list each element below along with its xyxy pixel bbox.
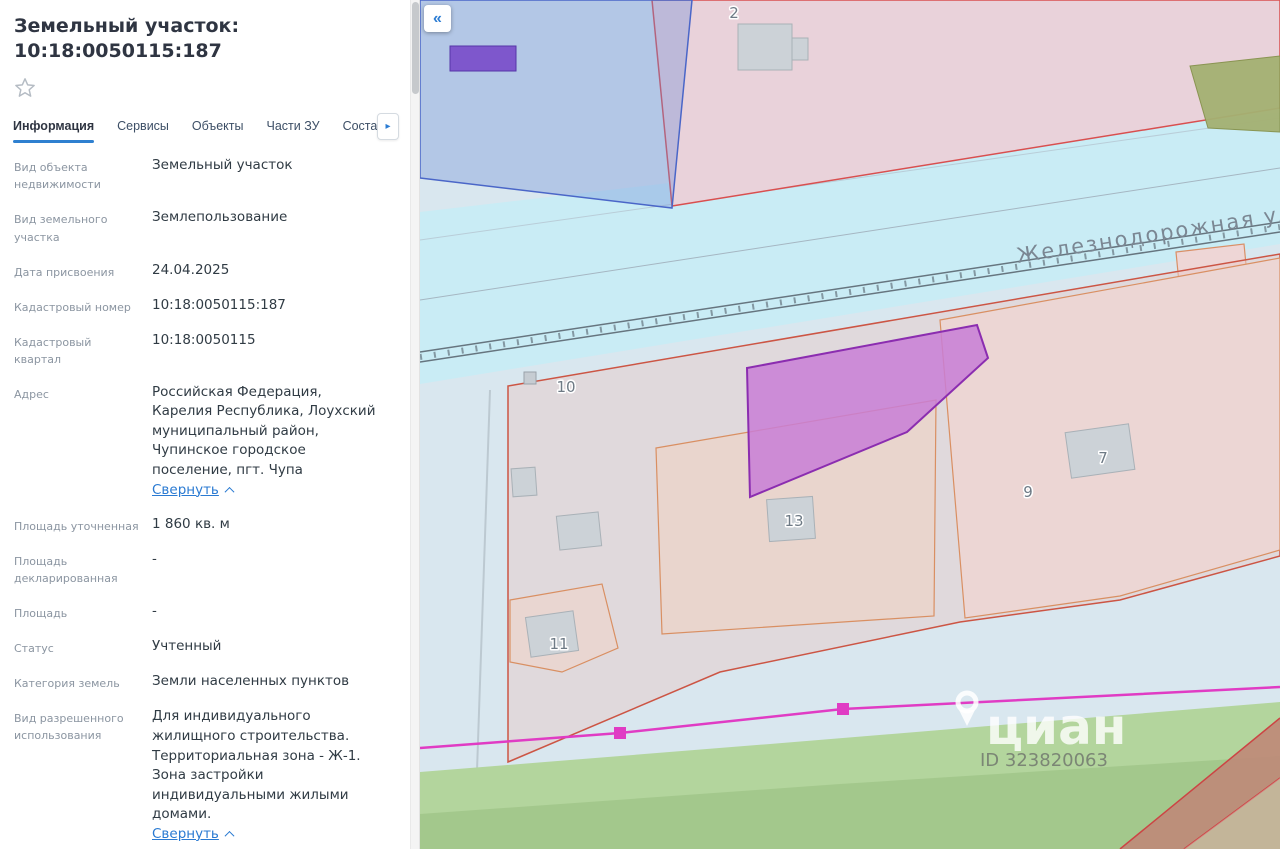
info-value: Землепользование	[152, 209, 288, 226]
info-value: -	[152, 551, 157, 568]
parcel-number-13: 13	[784, 512, 803, 530]
info-row: Дата присвоения 24.04.2025	[0, 254, 410, 289]
favorite-button[interactable]	[14, 77, 36, 101]
info-label: Кадастровый номер	[14, 300, 131, 314]
parcel-number-7: 7	[1098, 449, 1108, 467]
info-value: Земельный участок	[152, 157, 293, 174]
watermark-brand: циан	[986, 698, 1126, 756]
parcel-info-panel: Земельный участок: 10:18:0050115:187 Инф…	[0, 0, 410, 849]
info-row: Площадь -	[0, 595, 410, 630]
tab-parcel-parts[interactable]: Части ЗУ	[266, 111, 319, 143]
parcel-number-9: 9	[1023, 483, 1033, 501]
info-value: Земли населенных пунктов	[152, 673, 350, 690]
collapse-permitted-use-link[interactable]: Свернуть	[152, 826, 219, 842]
info-label: Адрес	[14, 387, 49, 401]
info-row: Статус Учтенный	[0, 630, 410, 665]
info-value: 10:18:0050115:187	[152, 296, 286, 313]
info-row: Площадь уточненная 1 860 кв. м	[0, 508, 410, 543]
info-row: Вид объекта недвижимости Земельный участ…	[0, 149, 410, 201]
star-icon	[15, 78, 35, 98]
info-label: Площадь декларированная	[14, 555, 118, 586]
info-label: Дата присвоения	[14, 265, 115, 279]
info-label: Вид земельного участка	[14, 213, 108, 244]
info-value: Российская Федерация, Карелия Республика…	[140, 383, 378, 500]
info-label: Кадастровый квартал	[14, 335, 92, 366]
info-label: Площадь	[14, 607, 68, 621]
utility-node	[614, 727, 626, 739]
tabs-scroll-right-button[interactable]: ▸	[377, 113, 399, 141]
building-footprint[interactable]	[791, 37, 809, 61]
utility-node	[837, 703, 849, 715]
watermark-id: ID 323820063	[980, 750, 1108, 771]
info-rows: Вид объекта недвижимости Земельный участ…	[0, 143, 410, 849]
info-value: 24.04.2025	[152, 261, 230, 278]
info-value: Для индивидуального жилищного строительс…	[140, 707, 378, 844]
small-structure	[523, 371, 537, 385]
tab-information[interactable]: Информация	[13, 111, 95, 144]
info-row: Категория земель Земли населенных пункто…	[0, 665, 410, 700]
parcel-number-2: 2	[729, 4, 739, 22]
info-label: Статус	[14, 642, 54, 656]
info-value: Учтенный	[152, 638, 222, 655]
cadastral-map[interactable]: 2 Железнодорожная ул 6 10 13 9 7 11	[420, 0, 1280, 849]
parcel-blue-shape[interactable]	[420, 0, 693, 209]
parcel-number-11: 11	[549, 635, 568, 653]
info-label: Вид объекта недвижимости	[14, 161, 101, 192]
tab-services[interactable]: Сервисы	[117, 111, 169, 143]
info-value: -	[152, 603, 157, 620]
chevron-up-icon	[224, 486, 235, 497]
info-label: Категория земель	[14, 677, 120, 691]
info-row: Кадастровый квартал 10:18:0050115	[0, 324, 410, 376]
building-footprint[interactable]	[510, 466, 538, 498]
info-row-permitted-use: Вид разрешенного использования Для индив…	[0, 700, 410, 849]
info-row-address: Адрес Российская Федерация, Карелия Респ…	[0, 376, 410, 508]
building-footprint[interactable]	[737, 23, 793, 71]
page-title: Земельный участок: 10:18:0050115:187	[14, 15, 240, 62]
info-row: Вид земельного участка Землепользование	[0, 201, 410, 253]
building-footprint[interactable]	[555, 511, 603, 551]
tab-objects[interactable]: Объекты	[192, 111, 244, 143]
building-purple[interactable]	[449, 45, 517, 72]
info-row: Площадь декларированная -	[0, 543, 410, 595]
info-label: Вид разрешенного использования	[14, 712, 124, 743]
collapse-address-link[interactable]: Свернуть	[152, 482, 219, 498]
collapse-panel-button[interactable]: «	[424, 5, 451, 32]
scrollbar-thumb[interactable]	[412, 2, 419, 94]
parcel-number-10: 10	[556, 378, 575, 396]
panel-scrollbar[interactable]	[410, 0, 420, 849]
info-value: 1 860 кв. м	[152, 516, 230, 533]
permitted-use-text: Для индивидуального жилищного строительс…	[152, 708, 361, 823]
chevron-up-icon	[224, 830, 235, 841]
info-row: Кадастровый номер 10:18:0050115:187	[0, 289, 410, 324]
info-label: Площадь уточненная	[14, 520, 139, 534]
map-area[interactable]: 2 Железнодорожная ул 6 10 13 9 7 11	[420, 0, 1280, 849]
tab-bar: Информация Сервисы Объекты Части ЗУ Сост…	[0, 105, 410, 144]
address-text: Российская Федерация, Карелия Республика…	[152, 383, 376, 478]
info-value: 10:18:0050115	[152, 331, 256, 348]
